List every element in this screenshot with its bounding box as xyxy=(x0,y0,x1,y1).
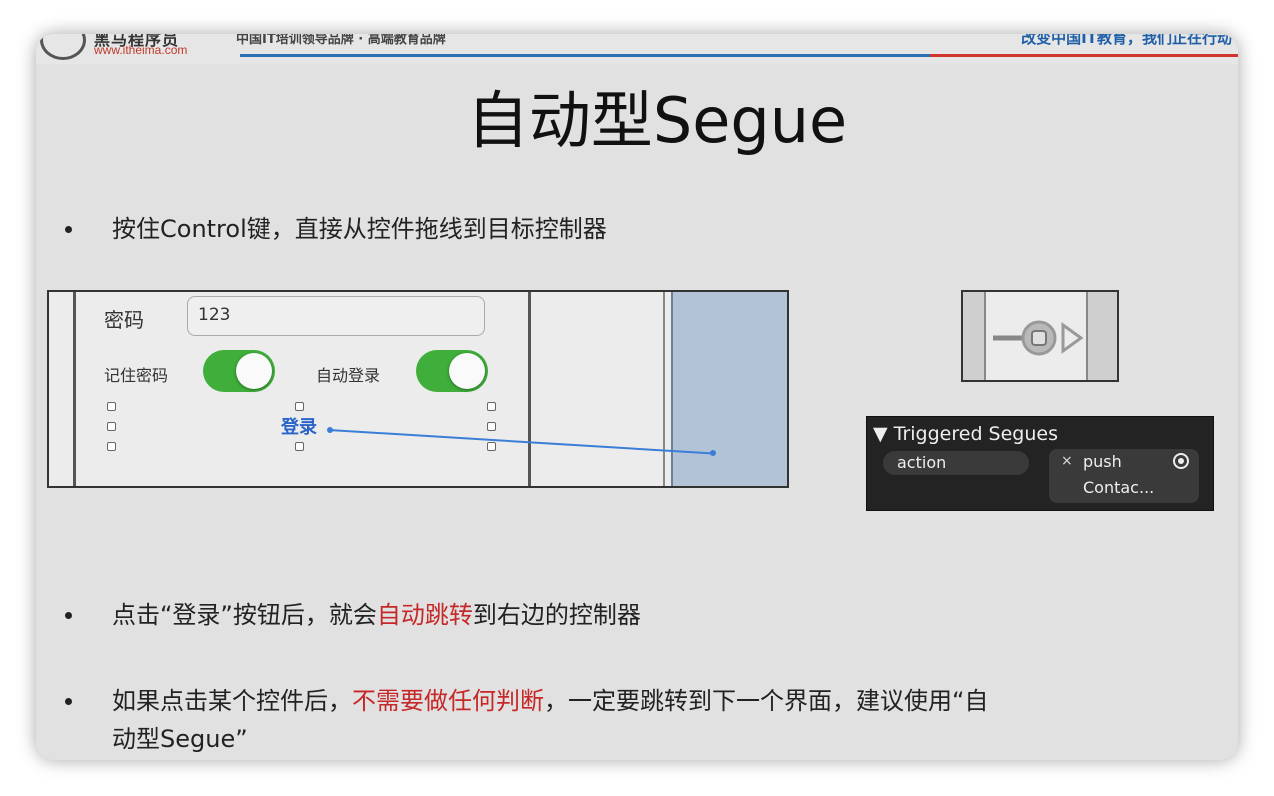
storyboard-screenshot: 密码 123 记住密码 自动登录 登录 xyxy=(47,290,789,488)
header-slogan-left: 中国IT培训领导品牌 · 高端教育品牌 xyxy=(236,34,446,47)
segue-destination: Contac... xyxy=(1083,478,1155,497)
bullet-3-line2: 动型Segue” xyxy=(112,725,248,753)
remember-password-label: 记住密码 xyxy=(104,366,169,385)
selection-handle[interactable] xyxy=(107,402,116,411)
bullet-1-text: 按住Control键，直接从控件拖线到目标控制器 xyxy=(112,215,607,243)
bullet-2-pre: 点击“登录”按钮后，就会 xyxy=(112,601,377,629)
selection-handle[interactable] xyxy=(487,442,496,451)
scene-right-edge xyxy=(528,292,531,486)
auto-login-label: 自动登录 xyxy=(316,366,381,385)
bullet-2-post: 到右边的控制器 xyxy=(472,601,641,629)
bullet-3-pre: 如果点击某个控件后， xyxy=(112,687,352,715)
remove-connection-icon[interactable]: × xyxy=(1061,453,1073,469)
segue-drag-line xyxy=(328,429,714,455)
bullet-2-highlight: 自动跳转 xyxy=(376,601,473,629)
auto-login-switch[interactable] xyxy=(416,350,488,392)
header-divider-blue xyxy=(240,54,930,57)
destination-left-edge xyxy=(663,292,665,486)
destination-controller[interactable] xyxy=(671,292,787,486)
connection-circle-icon[interactable] xyxy=(1173,453,1189,469)
bullet-3-text: 如果点击某个控件后，不需要做任何判断，一定要跳转到下一个界面，建议使用“自动型S… xyxy=(112,682,1222,758)
bullet-3-highlight: 不需要做任何判断 xyxy=(352,687,544,715)
drag-start-dot xyxy=(327,427,333,433)
header-slogan-right: 改变中国IT教育，我们正在行动 xyxy=(1021,34,1232,47)
selection-handle[interactable] xyxy=(107,442,116,451)
remember-password-switch[interactable] xyxy=(203,350,275,392)
segue-connection: × push Contac... xyxy=(1049,449,1199,503)
selection-handle[interactable] xyxy=(487,402,496,411)
scene-left-edge xyxy=(73,292,76,486)
selection-handle[interactable] xyxy=(107,422,116,431)
slide-header: 黑马程序员 www.itheima.com 中国IT培训领导品牌 · 高端教育品… xyxy=(36,34,1238,64)
drag-end-dot xyxy=(710,450,716,456)
bullet-dot xyxy=(65,698,72,705)
password-field[interactable]: 123 xyxy=(187,296,485,336)
password-label: 密码 xyxy=(104,308,144,332)
trigger-action-pill[interactable]: action xyxy=(883,451,1029,475)
logo-url: www.itheima.com xyxy=(94,43,188,57)
slide-title: 自动型Segue xyxy=(466,84,848,157)
triggered-segues-panel: ▼ Triggered Segues action × push Contac.… xyxy=(866,416,1214,511)
segue-type: push xyxy=(1083,452,1122,471)
segue-icon-preview xyxy=(961,290,1119,382)
selection-handle[interactable] xyxy=(295,442,304,451)
switch-knob xyxy=(236,353,272,389)
bullet-2-text: 点击“登录”按钮后，就会自动跳转到右边的控制器 xyxy=(112,596,641,634)
slide-frame: 黑马程序员 www.itheima.com 中国IT培训领导品牌 · 高端教育品… xyxy=(36,34,1238,760)
bullet-dot xyxy=(65,612,72,619)
bullet-dot xyxy=(65,226,72,233)
segue-icon[interactable] xyxy=(963,292,1117,380)
login-button[interactable]: 登录 xyxy=(281,413,317,439)
selection-handle[interactable] xyxy=(487,422,496,431)
header-divider-red xyxy=(930,54,1238,57)
switch-knob xyxy=(449,353,485,389)
logo-icon xyxy=(40,34,86,60)
selection-handle[interactable] xyxy=(295,402,304,411)
bullet-3-post: ，一定要跳转到下一个界面，建议使用“自 xyxy=(544,687,989,715)
triggered-segues-header[interactable]: ▼ Triggered Segues xyxy=(873,423,1058,445)
